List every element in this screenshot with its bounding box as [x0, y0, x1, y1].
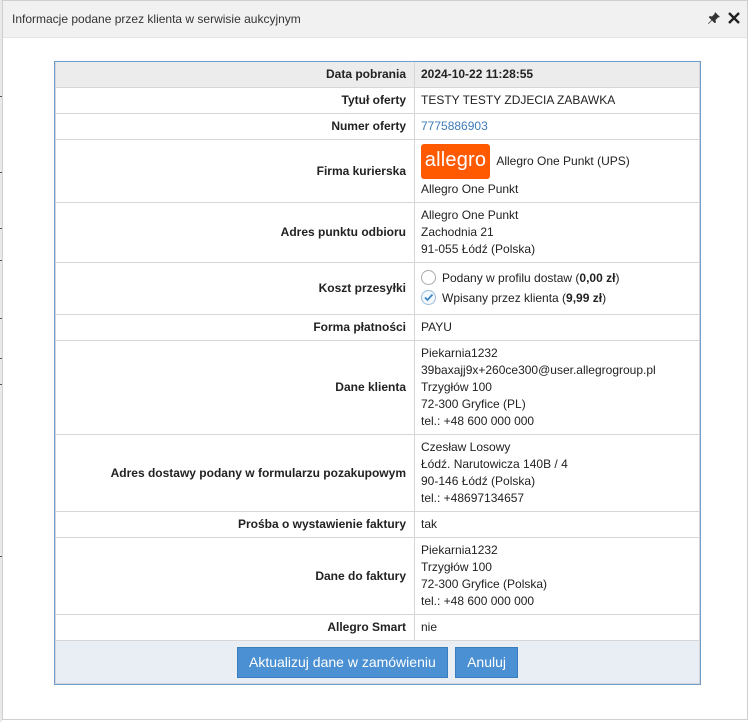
row-label: Firma kurierska	[55, 139, 415, 203]
offer-number-link[interactable]: 7775886903	[421, 119, 488, 133]
row-shipping-cost: Koszt przesyłki Podany w profilu dostaw …	[55, 262, 700, 315]
dialog: Informacje podane przez klienta w serwis…	[2, 0, 748, 720]
close-icon[interactable]	[727, 11, 741, 25]
row-label: Koszt przesyłki	[55, 262, 415, 315]
row-date: Data pobrania 2024-10-22 11:28:55	[55, 62, 700, 88]
row-label: Data pobrania	[55, 62, 415, 88]
row-label: Forma płatności	[55, 314, 415, 341]
row-label: Adres dostawy podany w formularzu pozaku…	[55, 434, 415, 512]
row-label: Dane klienta	[55, 340, 415, 435]
order-info-table: Data pobrania 2024-10-22 11:28:55 Tytuł …	[54, 61, 701, 685]
row-label: Tytuł oferty	[55, 87, 415, 114]
courier-name: Allegro One Punkt (UPS)	[496, 154, 630, 168]
offer-title-value: TESTY TESTY ZDJECIA ZABAWKA	[414, 87, 700, 114]
invoice-line: Piekarnia1232	[421, 543, 498, 557]
delivery-line: tel.: +48697134657	[421, 491, 525, 505]
client-line: Piekarnia1232	[421, 346, 498, 360]
delivery-line: Czesław Losowy	[421, 440, 511, 454]
row-offer-title: Tytuł oferty TESTY TESTY ZDJECIA ZABAWKA	[55, 87, 700, 114]
invoice-line: tel.: +48 600 000 000	[421, 594, 535, 608]
dialog-title: Informacje podane przez klienta w serwis…	[12, 12, 301, 26]
delivery-line: 90-146 Łódź (Polska)	[421, 474, 536, 488]
shipping-option-client[interactable]: Wpisany przez klienta (9,99 zł)	[421, 290, 693, 307]
row-delivery-address: Adres dostawy podany w formularzu pozaku…	[55, 434, 700, 512]
invoice-request-value: tak	[414, 511, 700, 538]
client-line: tel.: +48 600 000 000	[421, 414, 535, 428]
row-client: Dane klienta Piekarnia1232 39baxajj9x+26…	[55, 340, 700, 435]
pickup-line: Zachodnia 21	[421, 225, 494, 239]
row-label: Numer oferty	[55, 113, 415, 140]
row-payment: Forma płatności PAYU	[55, 314, 700, 341]
row-offer-number: Numer oferty 7775886903	[55, 113, 700, 140]
payment-value: PAYU	[414, 314, 700, 341]
client-line: 72-300 Gryfice (PL)	[421, 397, 526, 411]
update-order-button[interactable]: Aktualizuj dane w zamówieniu	[236, 647, 448, 678]
row-courier: Firma kurierska allegro Allegro One Punk…	[55, 139, 700, 203]
allegro-smart-value: nie	[414, 614, 700, 641]
row-pickup-address: Adres punktu odbioru Allegro One Punkt Z…	[55, 202, 700, 263]
row-allegro-smart: Allegro Smart nie	[55, 614, 700, 641]
pickup-line: Allegro One Punkt	[421, 208, 519, 222]
row-label: Dane do faktury	[55, 537, 415, 615]
client-line: Trzygłów 100	[421, 380, 492, 394]
allegro-logo: allegro	[421, 144, 490, 179]
radio-checked-icon[interactable]	[421, 290, 436, 306]
row-invoice-request: Prośba o wystawienie faktury tak	[55, 511, 700, 538]
radio-unchecked-icon[interactable]	[421, 270, 436, 286]
invoice-line: Trzygłów 100	[421, 560, 492, 574]
pin-icon[interactable]	[707, 11, 721, 25]
row-label: Prośba o wystawienie faktury	[55, 511, 415, 538]
dialog-footer: Aktualizuj dane w zamówieniu Anuluj	[55, 640, 700, 684]
row-invoice-data: Dane do faktury Piekarnia1232 Trzygłów 1…	[55, 537, 700, 615]
shipping-option-profile[interactable]: Podany w profilu dostaw (0,00 zł)	[421, 270, 693, 287]
invoice-line: 72-300 Gryfice (Polska)	[421, 577, 548, 591]
delivery-line: Łódź. Narutowicza 140B / 4	[421, 457, 568, 471]
row-label: Allegro Smart	[55, 614, 415, 641]
dialog-titlebar: Informacje podane przez klienta w serwis…	[3, 1, 747, 38]
pickup-line: 91-055 Łódź (Polska)	[421, 242, 536, 256]
row-label: Adres punktu odbioru	[55, 202, 415, 263]
courier-sub: Allegro One Punkt	[421, 182, 519, 196]
cancel-button[interactable]: Anuluj	[455, 647, 519, 678]
client-line: 39baxajj9x+260ce300@user.allegrogroup.pl	[421, 363, 656, 377]
download-date-value: 2024-10-22 11:28:55	[414, 62, 700, 88]
